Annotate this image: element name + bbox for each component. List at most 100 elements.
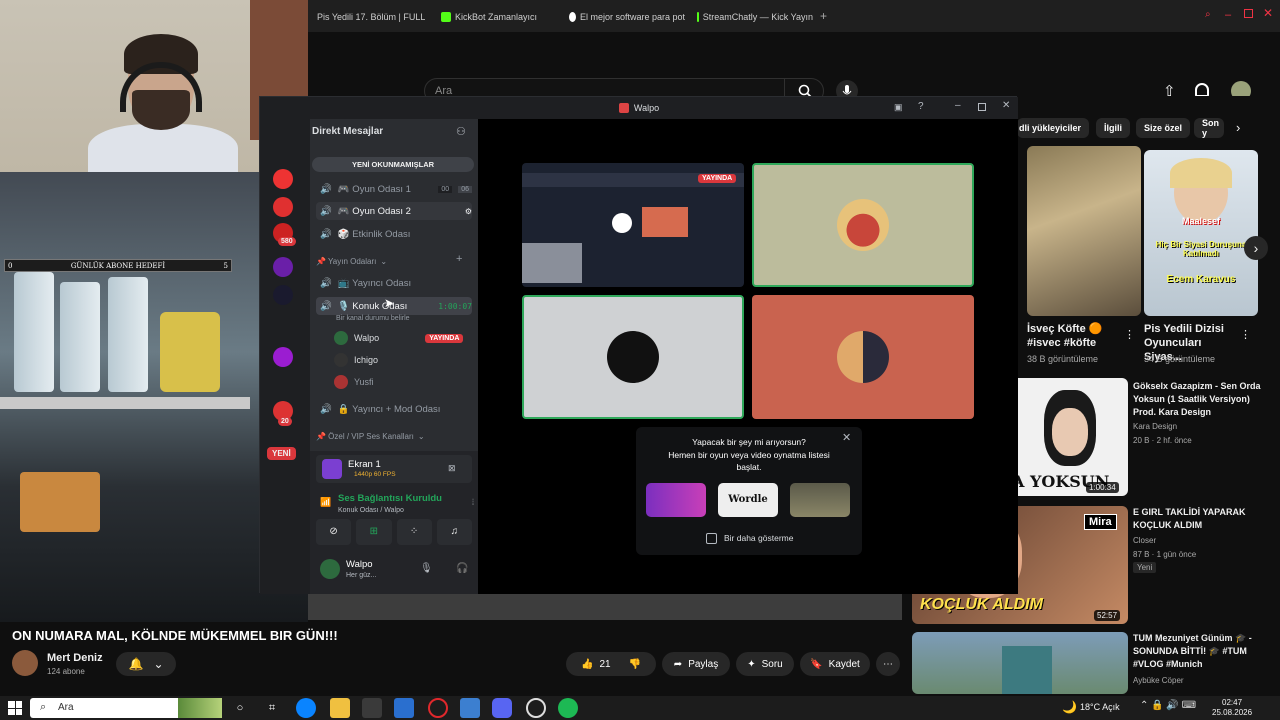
new-unreads-pill[interactable]: YENİ OKUNMAMIŞLAR [312,157,474,172]
app-icon[interactable] [394,698,414,718]
channel-game-1[interactable]: 🔊 🎮 Oyun Odası 1 00 06 [316,180,472,198]
opera-icon[interactable] [428,698,448,718]
channel-event[interactable]: 🔊 🎲 Etkinlik Odası [316,225,472,243]
channel-streamer[interactable]: 🔊 📺 Yayıncı Odası [316,274,472,292]
category-vip[interactable]: 📌 Özel / VIP Ses Kanalları ⌄ [316,432,425,441]
inbox-icon[interactable]: ▣ [894,102,903,113]
screen-share-card[interactable]: Ekran 1 1440p 60 FPS ⊠ [316,455,472,483]
voice-status[interactable]: Ses Bağlantısı Kuruldu [338,493,442,504]
more-button[interactable]: ⋯ [876,652,900,676]
discord-icon[interactable] [492,698,512,718]
edge-icon[interactable] [296,698,316,718]
server-icon[interactable] [273,347,293,367]
browser-tab-3[interactable]: El mejor software para pot [569,8,685,26]
chip-for-you[interactable]: Size özel [1136,118,1191,138]
bell-icon[interactable] [1195,83,1209,97]
subscribe-bell-button[interactable]: 🔔 ⌄ [116,652,176,676]
voice-tile-3[interactable] [752,295,974,419]
server-icon[interactable] [273,257,293,277]
activities-button[interactable]: ⁘ [396,519,432,545]
task-view-icon[interactable]: ○ [230,698,250,718]
rec-title-1[interactable]: Gökselx Gazapizm - Sen Orda Yoksun (1 Sa… [1133,380,1273,419]
search-icon[interactable]: ⌕ [1205,9,1211,20]
user-name[interactable]: Walpo [346,559,373,570]
server-icon[interactable] [273,285,293,305]
stop-share-icon[interactable]: ⊠ [448,463,456,474]
gear-icon[interactable]: ⚙ [465,207,472,216]
user-avatar[interactable] [320,559,340,579]
help-icon[interactable]: ? [918,101,924,112]
member-walpo[interactable]: Walpo YAYINDA [334,329,464,347]
server-icon[interactable] [273,197,293,217]
spotify-icon[interactable] [558,698,578,718]
windows-start-icon[interactable] [8,701,22,715]
category-stream-rooms[interactable]: 📌 Yayın Odaları ⌄ [316,257,387,266]
voice-tile-1[interactable] [752,163,974,287]
new-tab-button[interactable]: + [820,9,827,23]
noise-icon[interactable]: ⦙ [472,497,474,508]
weather-text[interactable]: 18°C Açık [1080,702,1120,712]
member-ichigo[interactable]: Ichigo [334,351,378,369]
short-menu-icon[interactable]: ⋮ [1124,328,1135,341]
member-yusfi[interactable]: Yusfi [334,373,374,391]
rec-channel-3[interactable]: Aybüke Cöper [1133,676,1184,685]
user-status[interactable]: Her güz... [346,572,376,579]
chip-related[interactable]: İlgili [1096,118,1130,138]
activity-card-3[interactable] [790,483,850,517]
chevron-right-icon[interactable]: › [1236,120,1240,135]
mic-icon[interactable]: 🎙 [420,563,433,574]
like-icon[interactable]: 👍 [581,659,593,670]
rec-title-3[interactable]: TUM Mezuniyet Günüm 🎓 - SONUNDA BİTTİ! 🎓… [1133,632,1273,671]
browser-tab-1[interactable]: Pis Yedili 17. Bölüm | FULL [313,8,425,26]
minimize-icon[interactable]: – [1225,9,1231,21]
short-thumbnail-1[interactable] [1027,146,1141,316]
dislike-icon[interactable]: 👎 [629,659,641,670]
chip-recent[interactable]: Son y [1194,118,1224,138]
short-thumbnail-2[interactable]: Maalesef Hiç Bir Siyasi Duruşuna Katılma… [1144,150,1258,316]
channel-game-2[interactable]: 🔊 🎮 Oyun Odası 2 ⚙ [316,202,472,220]
add-channel-icon[interactable]: + [456,253,462,265]
activity-card-wordle[interactable]: Wordle [718,483,778,517]
channel-mod[interactable]: 🔊 🔒 Yayıncı + Mod Odası [316,400,472,418]
hide-checkbox[interactable] [706,533,717,544]
channel-avatar[interactable] [12,650,38,676]
voice-channel[interactable]: Konuk Odası / Walpo [338,507,404,514]
short-menu-icon[interactable]: ⋮ [1240,328,1251,341]
browser-tab-4[interactable]: StreamChatly — Kick Yayın [697,8,813,26]
rec-channel-2[interactable]: Closer [1133,536,1156,545]
channel-name[interactable]: Mert Deniz [47,652,103,664]
app-icon[interactable] [460,698,480,718]
share-button[interactable]: ➦ Paylaş [662,652,730,676]
rec-channel-1[interactable]: Kara Design [1133,422,1177,431]
headphones-icon[interactable]: 🎧 [456,563,468,574]
clock[interactable]: 02:47 25.08.2026 [1212,698,1252,718]
close-icon[interactable]: ✕ [1263,6,1273,20]
tray-icons[interactable]: ⌃ 🔒 🔊 ⌨ [1140,700,1196,711]
channel-status[interactable]: Bir kanal durumu belirle [336,315,410,322]
close-icon[interactable]: ✕ [1002,100,1010,111]
screen-share-button[interactable]: ⊞ [356,519,392,545]
save-button[interactable]: 🔖 Kaydet [800,652,870,676]
carousel-next-button[interactable]: › [1244,236,1268,260]
chip-uploaders[interactable]: dli yükleyiciler [1017,118,1089,138]
explorer-icon[interactable] [330,698,350,718]
like-dislike[interactable]: 👍 21 👎 [566,652,656,676]
obs-icon[interactable] [526,698,546,718]
voice-tile-2[interactable] [522,295,744,419]
ask-button[interactable]: ✦ Soru [736,652,794,676]
stream-tile-walpo[interactable]: YAYINDA [522,163,744,287]
add-friend-icon[interactable]: ⚇ [456,125,466,138]
maximize-icon[interactable] [1244,9,1253,18]
camera-off-button[interactable]: ⊘ [316,519,352,545]
activity-card-1[interactable] [646,483,706,517]
minimize-icon[interactable]: – [955,100,961,111]
soundboard-button[interactable]: ♫ [436,519,472,545]
short-title-1[interactable]: İsveç Köfte 🟠 #isvec #köfte [1027,322,1125,350]
store-icon[interactable] [362,698,382,718]
rec-title-2[interactable]: E GIRL TAKLİDİ YAPARAK KOÇLUK ALDIM [1133,506,1273,532]
video-thumbnail-3[interactable] [912,632,1128,694]
browser-tab-2[interactable]: KickBot Zamanlayıcı [441,8,553,26]
server-icon[interactable] [273,169,293,189]
widgets-icon[interactable]: ⌗ [262,698,282,718]
maximize-icon[interactable] [978,103,986,111]
